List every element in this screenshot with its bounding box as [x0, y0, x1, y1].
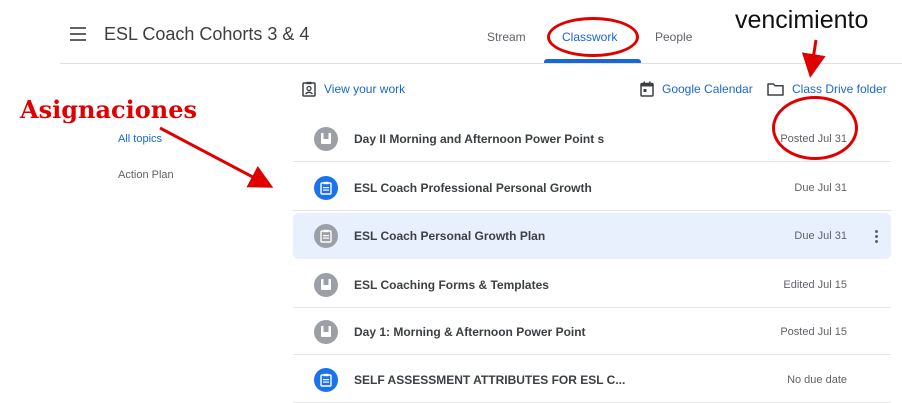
view-your-work-link[interactable]: View your work: [302, 80, 405, 98]
classwork-title: Day II Morning and Afternoon Power Point…: [354, 131, 605, 146]
topic-all-topics[interactable]: All topics: [118, 133, 162, 145]
class-title[interactable]: ESL Coach Cohorts 3 & 4: [104, 24, 309, 45]
classwork-title: SELF ASSESSMENT ATTRIBUTES FOR ESL C...: [354, 372, 626, 387]
annotation-label-vencimiento: vencimiento: [735, 6, 869, 34]
assignment-icon: [314, 224, 338, 248]
classwork-item[interactable]: ESL Coaching Forms & Templates Edited Ju…: [293, 262, 891, 308]
tab-people[interactable]: People: [655, 30, 692, 44]
tab-stream[interactable]: Stream: [487, 30, 526, 44]
assignment-ind-icon: [302, 81, 316, 97]
classwork-item[interactable]: Day 1: Morning & Afternoon Power Point P…: [293, 309, 891, 355]
header-divider: [60, 63, 902, 64]
classwork-title: ESL Coaching Forms & Templates: [354, 277, 549, 292]
annotation-circle-classwork: [547, 17, 639, 57]
class-drive-folder-label: Class Drive folder: [792, 82, 887, 96]
classwork-status: Edited Jul 15: [783, 278, 847, 291]
annotation-arrow-vencimiento: [801, 39, 826, 78]
annotation-circle-posted-date: [772, 96, 858, 160]
classwork-title: ESL Coach Personal Growth Plan: [354, 229, 546, 243]
classwork-item-selected[interactable]: ESL Coach Personal Growth Plan Due Jul 3…: [293, 213, 891, 259]
main-menu-icon[interactable]: [70, 27, 86, 41]
assignment-icon: [314, 367, 338, 392]
view-your-work-label: View your work: [324, 82, 406, 96]
material-icon: [314, 319, 338, 344]
classwork-item[interactable]: ESL Coach Professional Personal Growth D…: [293, 165, 891, 211]
folder-icon: [767, 83, 784, 96]
assignment-icon: [314, 175, 338, 200]
annotation-label-asignaciones: Asignaciones: [20, 95, 197, 124]
classwork-status: Due Jul 31: [794, 230, 847, 242]
classwork-title: Day 1: Morning & Afternoon Power Point: [354, 324, 586, 339]
google-calendar-link[interactable]: Google Calendar: [640, 80, 753, 98]
classwork-status: Due Jul 31: [794, 181, 847, 194]
topic-action-plan[interactable]: Action Plan: [118, 169, 174, 181]
more-options-icon[interactable]: [861, 228, 891, 245]
class-drive-folder-link[interactable]: Class Drive folder: [767, 80, 887, 98]
classwork-title: ESL Coach Professional Personal Growth: [354, 180, 592, 195]
material-icon: [314, 126, 338, 151]
classwork-status: Posted Jul 15: [780, 325, 847, 338]
google-calendar-label: Google Calendar: [662, 82, 753, 96]
classwork-item[interactable]: SELF ASSESSMENT ATTRIBUTES FOR ESL C... …: [293, 357, 891, 403]
classwork-status: No due date: [787, 373, 847, 386]
annotation-arrow-asignaciones: [159, 126, 274, 188]
calendar-icon: [640, 81, 654, 97]
material-icon: [314, 272, 338, 297]
